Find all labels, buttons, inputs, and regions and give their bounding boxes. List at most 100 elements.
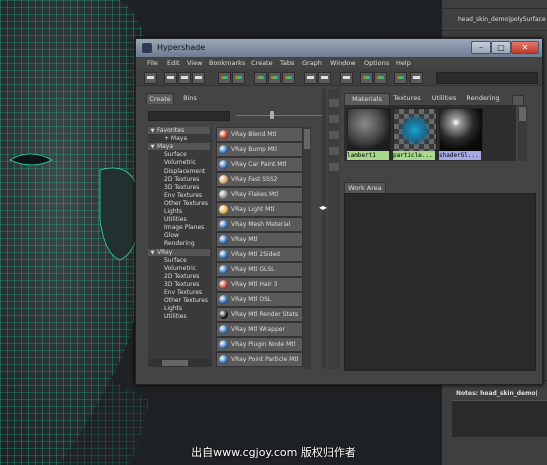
materials-scrollbar[interactable] [518,105,527,161]
node-create-button[interactable]: VRay Blend Mtl [216,127,303,142]
menu-tabs[interactable]: Tabs [280,59,294,67]
menu-create[interactable]: Create [251,59,273,67]
tab-rendering[interactable]: Rendering [466,93,500,104]
tree-item[interactable]: + Maya [164,135,187,142]
window-titlebar[interactable]: Hypershade – □ ✕ [136,39,542,57]
node-create-button[interactable]: VRay Mtl Hair 3 [216,277,303,292]
minimize-button[interactable]: – [471,41,491,54]
tree-item[interactable]: Lights [164,305,182,312]
input-connections-icon[interactable] [304,72,317,84]
menu-file[interactable]: File [147,59,158,67]
tree-item[interactable]: Volumetric [164,265,196,272]
tree-item[interactable]: Lights [164,208,182,215]
toggle-panel-icon[interactable] [144,72,157,84]
node-create-button[interactable]: VRay Fast SSS2 [216,172,303,187]
material-swatch[interactable]: particle... [393,108,437,160]
tree-scrollbar[interactable] [148,359,212,367]
strip-button[interactable] [329,163,339,171]
clear-graph-icon[interactable] [340,72,353,84]
menu-graph[interactable]: Graph [302,59,322,67]
tab-textures[interactable]: Textures [392,93,422,104]
tree-group-header[interactable]: ▼ Maya [148,143,210,151]
tree-item[interactable]: Displacement [164,168,205,175]
swatch-list-icon[interactable] [232,72,245,84]
layout-bottom-icon[interactable] [178,72,191,84]
tree-item[interactable]: Surface [164,257,187,264]
node-create-button[interactable]: VRay Mtl Wrapper [216,322,303,337]
tree-item[interactable]: 2D Textures [164,273,199,280]
menu-edit[interactable]: Edit [167,59,180,67]
graph-material-icon[interactable] [268,72,281,84]
splitter-resize-icon[interactable]: ◂▸ [319,203,327,212]
tree-item-label: Volumetric [164,264,197,272]
slider-handle[interactable] [270,111,274,119]
tree-item[interactable]: Volumetric [164,159,196,166]
tree-item[interactable]: Env Textures [164,192,202,199]
tab-create[interactable]: Create [146,93,174,104]
node-create-button[interactable]: VRay Mtl 2Sided [216,247,303,262]
strip-button[interactable] [329,115,339,123]
menu-bookmarks[interactable]: Bookmarks [209,59,245,67]
tree-item[interactable]: 3D Textures [164,281,199,288]
strip-button[interactable] [329,147,339,155]
panel-splitter[interactable] [322,89,326,369]
swatch-grid-icon[interactable] [218,72,231,84]
hide-tabs-icon[interactable] [394,72,407,84]
layout-split-icon[interactable] [192,72,205,84]
maximize-button[interactable]: □ [491,41,511,54]
filter-input[interactable] [148,111,230,121]
show-bottom-tabs-icon[interactable] [374,72,387,84]
tab-bins[interactable]: Bins [180,93,200,103]
layout-top-icon[interactable] [164,72,177,84]
node-create-button[interactable]: VRay Flakes Mtl [216,187,303,202]
node-create-button[interactable]: VRay Car Paint Mtl [216,157,303,172]
node-create-button[interactable]: VRay Mtl Render Stats [216,307,303,322]
node-create-button[interactable]: VRay Light Mtl [216,202,303,217]
tree-item[interactable]: Glow [164,232,179,239]
toolbar-search-field[interactable] [436,72,538,84]
material-swatch[interactable]: shaderGl... [439,108,483,160]
notes-textarea[interactable] [452,400,547,437]
tab-utilities[interactable]: Utilities [430,93,458,104]
tree-item[interactable]: Image Planes [164,224,204,231]
toggle-icon[interactable] [410,72,423,84]
node-create-button[interactable]: VRay Mesh Material [216,217,303,232]
expand-arrow-icon[interactable]: ▼ [148,144,157,151]
node-create-button[interactable]: VRay Bump Mtl [216,142,303,157]
menu-view[interactable]: View [187,59,202,67]
menu-help[interactable]: Help [396,59,411,67]
tree-item[interactable]: 2D Textures [164,176,199,183]
output-connections-icon[interactable] [318,72,331,84]
close-button[interactable]: ✕ [511,41,539,54]
tree-item[interactable]: Other Textures [164,200,208,207]
work-area-graph[interactable] [344,193,536,371]
tree-item[interactable]: Utilities [164,216,187,223]
menu-options[interactable]: Options [364,59,389,67]
node-create-button[interactable]: VRay Mtl OSL [216,292,303,307]
node-create-button[interactable]: VRay Plugin Node Mtl [216,337,303,352]
tree-item[interactable]: Utilities [164,313,187,320]
icon-size-slider[interactable] [236,115,326,116]
tree-item[interactable]: Other Textures [164,297,208,304]
node-create-button[interactable]: VRay Mtl [216,232,303,247]
expand-arrow-icon[interactable]: ▼ [148,250,157,257]
tree-item[interactable]: Env Textures [164,289,202,296]
graph-network-icon[interactable] [282,72,295,84]
tree-item[interactable]: Rendering [164,240,195,247]
tab-materials[interactable]: Materials [344,93,390,105]
node-name-field[interactable]: head_skin_demo|polySurface [458,16,546,23]
node-create-button[interactable]: VRay Point Particle Mtl [216,352,303,367]
node-create-button[interactable]: VRay Mtl GLSL [216,262,303,277]
tree-item[interactable]: 3D Textures [164,184,199,191]
strip-button[interactable] [329,99,339,107]
strip-button[interactable] [329,131,339,139]
node-list-scrollbar[interactable] [303,127,311,369]
render-swatch-icon[interactable] [254,72,267,84]
tree-item[interactable]: Surface [164,151,187,158]
expand-arrow-icon[interactable]: ▼ [148,128,157,135]
menu-window[interactable]: Window [330,59,356,67]
tree-group-header[interactable]: ▼ Favorites [148,127,210,134]
show-top-tabs-icon[interactable] [360,72,373,84]
tree-group-header[interactable]: ▼ VRay [148,248,210,257]
material-swatch[interactable]: lambert1 [347,108,391,160]
